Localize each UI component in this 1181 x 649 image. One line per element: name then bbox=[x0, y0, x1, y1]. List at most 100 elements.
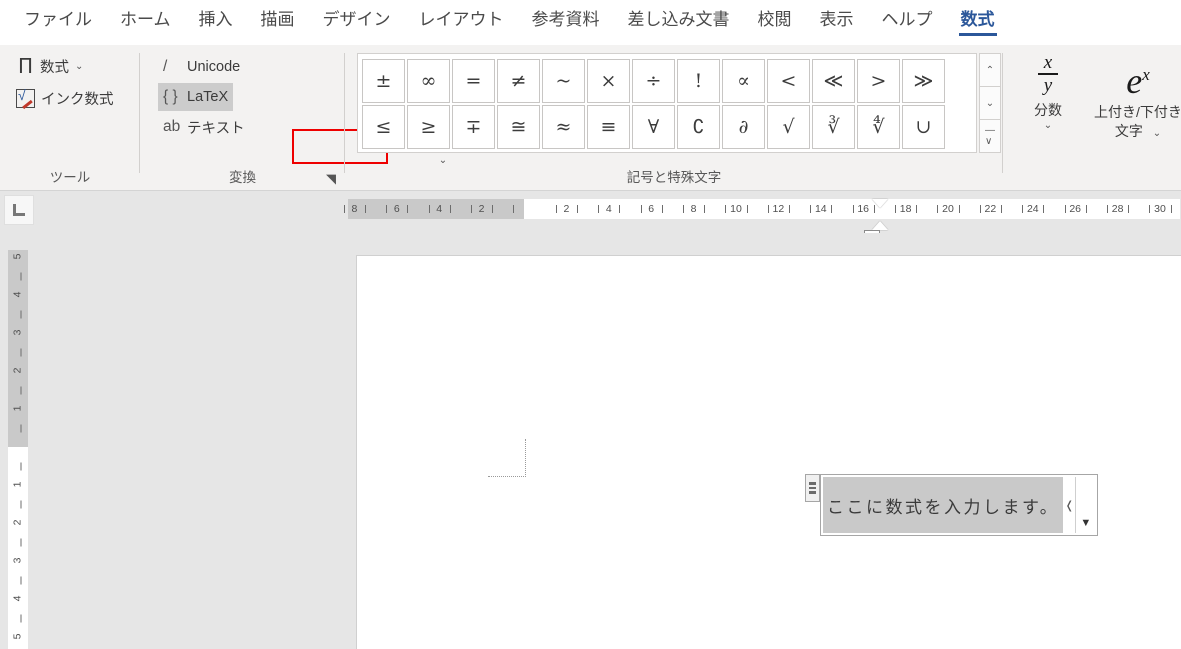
symbol-cell[interactable]: √ bbox=[767, 105, 810, 149]
hanging-indent-marker[interactable] bbox=[872, 221, 888, 230]
ruler-tick-label: 4 bbox=[11, 291, 24, 298]
document-workspace: 5 4 3 2 1 1 2 3 4 5 ここに数式を入力します。 ❬ ▼ bbox=[0, 233, 1181, 649]
latex-button[interactable]: { } LaTeX bbox=[158, 83, 234, 111]
symbol-row-1: ± ∞ = ≠ ~ × ÷! ∝ < ≪ > ≫ bbox=[361, 58, 973, 104]
ruler-tick-label: 24 bbox=[1026, 203, 1039, 215]
tab-layout[interactable]: レイアウト bbox=[405, 0, 518, 37]
symbol-cell[interactable]: ÷ bbox=[632, 59, 675, 103]
ruler-minor-tick bbox=[852, 205, 854, 213]
active-tab-indicator bbox=[958, 33, 997, 36]
insert-equation-label: 数式 bbox=[40, 59, 70, 76]
tab-view[interactable]: 表示 bbox=[806, 0, 868, 37]
script-label-line2: 文字 bbox=[1114, 123, 1143, 139]
symbol-cell[interactable]: ∞ bbox=[407, 59, 450, 103]
fraction-denominator: y bbox=[1043, 74, 1053, 96]
symbol-cell[interactable]: ≡ bbox=[587, 105, 630, 149]
tab-file[interactable]: ファイル bbox=[10, 0, 106, 37]
symbol-cell[interactable]: ~ bbox=[542, 59, 585, 103]
unicode-button[interactable]: / Unicode bbox=[158, 53, 245, 81]
symbol-cell[interactable]: ≠ bbox=[497, 59, 540, 103]
ruler-minor-tick bbox=[598, 205, 600, 213]
ruler-tick-label: 2 bbox=[11, 519, 24, 526]
symbol-cell[interactable]: ∛ bbox=[812, 105, 855, 149]
handle-bar bbox=[809, 486, 816, 490]
ruler-tick-label: 22 bbox=[984, 203, 997, 215]
vertical-ruler[interactable]: 5 4 3 2 1 1 2 3 4 5 bbox=[8, 250, 28, 649]
equation-options-dropdown-icon[interactable]: ▼ bbox=[1075, 477, 1096, 533]
symbol-cell[interactable]: ≈ bbox=[542, 105, 585, 149]
gallery-more-icon[interactable]: — ∨ bbox=[980, 120, 1000, 152]
superscript-subscript-icon: ex bbox=[1083, 53, 1181, 103]
symbol-cell[interactable]: ≫ bbox=[902, 59, 945, 103]
insert-equation-button[interactable]: Π 数式 ⌄ bbox=[14, 51, 87, 81]
horizontal-ruler[interactable]: 8 6 4 2 2 4 6 8 10 12 14 16 18 20 22 24 26 28 30 bbox=[343, 199, 1180, 238]
symbol-row-2: ≤ ≥ ∓ ≅ ≈ ≡ ∀ ∁ ∂ √ ∛ ∜ ∪ bbox=[361, 104, 973, 150]
tab-design[interactable]: デザイン bbox=[309, 0, 405, 37]
ruler-minor-tick bbox=[365, 205, 366, 213]
ruler-minor-tick bbox=[20, 310, 22, 319]
ruler-tick-label: 5 bbox=[11, 253, 24, 260]
tab-insert[interactable]: 挿入 bbox=[185, 0, 247, 37]
symbol-cell[interactable]: ∁ bbox=[677, 105, 720, 149]
symbol-cell[interactable]: ≤ bbox=[362, 105, 405, 149]
ruler-tick-label: 5 bbox=[11, 633, 24, 640]
tab-stop-selector-button[interactable] bbox=[4, 195, 34, 225]
document-page[interactable]: ここに数式を入力します。 ❬ ▼ bbox=[356, 255, 1181, 649]
ruler-minor-tick bbox=[471, 205, 472, 213]
ink-equation-button[interactable]: インク数式 bbox=[12, 83, 118, 113]
symbol-cell[interactable]: × bbox=[587, 59, 630, 103]
tab-equation[interactable]: 数式 bbox=[947, 0, 1009, 37]
ruler-minor-tick bbox=[958, 205, 960, 213]
tab-label: ファイル bbox=[24, 10, 92, 29]
ruler-minor-tick bbox=[640, 205, 642, 213]
fraction-button[interactable]: x y 分数 ⌄ bbox=[1017, 53, 1079, 131]
symbol-gallery[interactable]: ± ∞ = ≠ ~ × ÷! ∝ < ≪ > ≫ ≤ ≥ ∓ ≅ ≈ ≡ ∀ ∁ ∂ √ ∛ ∜ ∪ bbox=[357, 53, 977, 153]
scroll-up-icon[interactable]: ⌃ bbox=[980, 54, 1000, 87]
tab-references[interactable]: 参考資料 bbox=[518, 0, 614, 37]
ruler-minor-tick bbox=[1043, 205, 1045, 213]
symbol-cell[interactable]: ± bbox=[362, 59, 405, 103]
scroll-down-icon[interactable]: ⌄ bbox=[980, 87, 1000, 120]
ruler-minor-tick bbox=[555, 205, 557, 213]
symbol-cell[interactable]: > bbox=[857, 59, 900, 103]
ruler-minor-tick bbox=[20, 538, 22, 547]
symbol-cell[interactable]: ∜ bbox=[857, 105, 900, 149]
tab-home[interactable]: ホーム bbox=[106, 0, 185, 37]
tab-review[interactable]: 校閲 bbox=[744, 0, 806, 37]
symbol-cell[interactable]: < bbox=[767, 59, 810, 103]
symbol-cell[interactable]: = bbox=[452, 59, 495, 103]
chevron-down-icon[interactable]: ⌄ bbox=[1153, 128, 1161, 139]
ruler-minor-tick bbox=[20, 500, 22, 509]
dialog-launcher-icon[interactable]: ◥ bbox=[323, 171, 339, 187]
symbol-cell[interactable]: ≪ bbox=[812, 59, 855, 103]
chevron-down-icon[interactable]: ⌄ bbox=[75, 61, 83, 72]
symbol-cell[interactable]: ∀ bbox=[632, 105, 675, 149]
tab-draw[interactable]: 描画 bbox=[247, 0, 309, 37]
symbol-cell[interactable]: ∝ bbox=[722, 59, 765, 103]
script-button[interactable]: ex 上付き/下付き 文字 ⌄ bbox=[1083, 53, 1181, 143]
symbol-cell[interactable]: ! bbox=[677, 59, 720, 103]
ruler-minor-tick bbox=[20, 272, 22, 281]
chevron-down-icon[interactable]: ⌄ bbox=[1017, 120, 1079, 131]
symbol-cell[interactable]: ∓ bbox=[452, 105, 495, 149]
braces-icon: { } bbox=[163, 88, 178, 105]
ruler-minor-tick bbox=[1022, 205, 1024, 213]
symbol-cell[interactable]: ∪ bbox=[902, 105, 945, 149]
equation-placeholder-text[interactable]: ここに数式を入力します。 bbox=[823, 477, 1064, 533]
symbol-cell[interactable]: ≥ bbox=[407, 105, 450, 149]
symbol-cell[interactable]: ∂ bbox=[722, 105, 765, 149]
equation-drag-handle[interactable] bbox=[805, 474, 820, 502]
tab-help[interactable]: ヘルプ bbox=[868, 0, 947, 37]
text-button[interactable]: ab テキスト bbox=[158, 113, 250, 141]
tab-mailings[interactable]: 差し込み文書 bbox=[614, 0, 744, 37]
equation-box[interactable]: ここに数式を入力します。 ❬ ▼ bbox=[820, 474, 1099, 536]
ruler-minor-tick bbox=[661, 205, 663, 213]
ruler-tick-label: 8 bbox=[690, 203, 697, 215]
equation-content-control[interactable]: ここに数式を入力します。 ❬ ▼ bbox=[805, 474, 1099, 536]
ribbon-group-structures: x y 分数 ⌄ ex 上付き/下付き 文字 ⌄ bbox=[1003, 45, 1181, 191]
symbol-gallery-scrollbar[interactable]: ⌃ ⌄ — ∨ bbox=[979, 53, 1001, 153]
ruler-minor-tick bbox=[916, 205, 918, 213]
tab-label: 参考資料 bbox=[531, 10, 600, 29]
symbol-cell[interactable]: ≅ bbox=[497, 105, 540, 149]
ruler-minor-tick bbox=[810, 205, 812, 213]
